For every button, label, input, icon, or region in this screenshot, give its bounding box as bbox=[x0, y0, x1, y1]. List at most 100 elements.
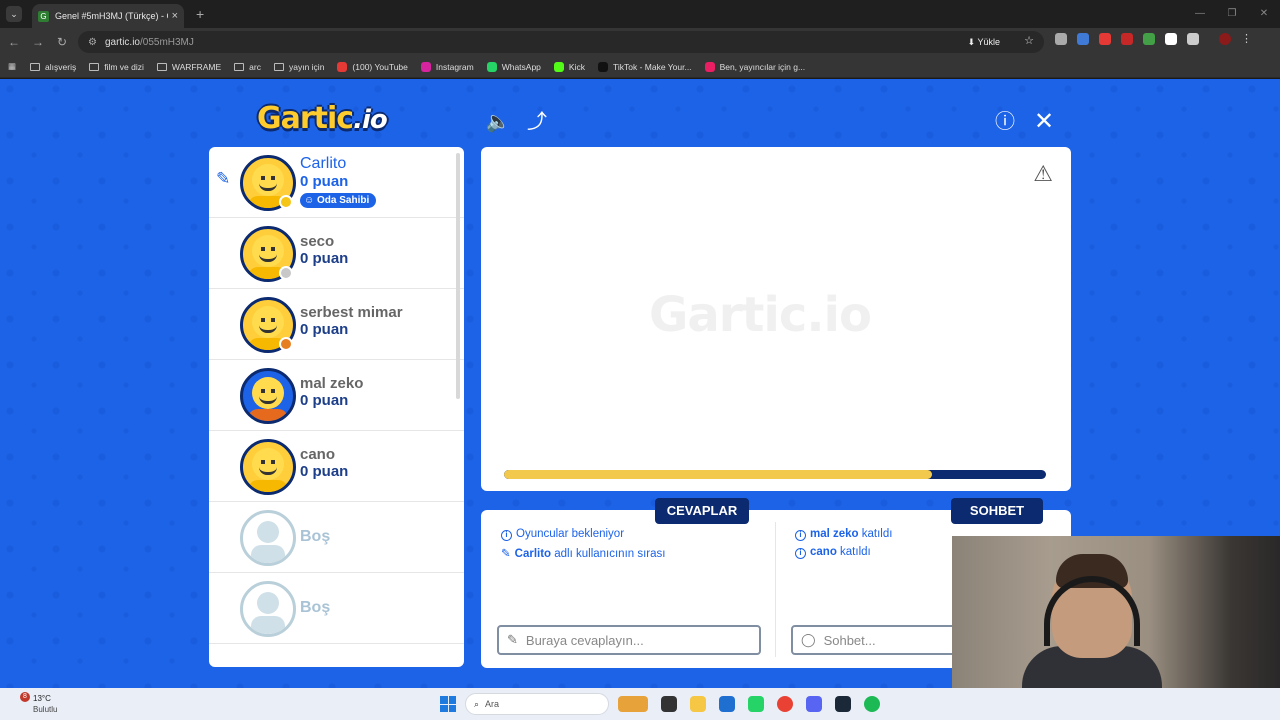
bookmark-whatsapp[interactable]: WhatsApp bbox=[486, 61, 541, 72]
extension-icon[interactable] bbox=[1143, 33, 1155, 45]
chat-input[interactable] bbox=[823, 632, 944, 648]
answer-message: ✎ Carlito adlı kullanıcının sırası bbox=[501, 548, 666, 560]
panel-divider bbox=[775, 522, 776, 657]
folder-icon bbox=[30, 62, 41, 71]
bookmark-star-icon[interactable]: ☆ bbox=[1024, 34, 1034, 47]
windows-start-icon[interactable] bbox=[440, 696, 456, 712]
player-name: seco bbox=[300, 233, 335, 250]
gartic-logo[interactable]: Gartic.io bbox=[257, 101, 388, 136]
players-scrollbar[interactable] bbox=[456, 153, 460, 399]
bookmark-folder[interactable]: yayın için bbox=[273, 61, 325, 72]
player-name: cano bbox=[300, 446, 336, 463]
bookmark-folder[interactable]: alışveriş bbox=[30, 62, 76, 72]
player-score: 0 puan bbox=[300, 463, 349, 480]
extensions-puzzle-icon[interactable] bbox=[1187, 33, 1199, 45]
bookmark-tiktok[interactable]: TikTok - Make Your... bbox=[597, 61, 692, 72]
omnibox[interactable]: ⚙ gartic.io/055mH3MJ ⬇ Yükle ☆ bbox=[78, 31, 1044, 53]
search-icon: ⌕ bbox=[474, 698, 480, 709]
sound-icon[interactable]: 🔈 bbox=[485, 109, 511, 135]
tab-search-chevron-icon[interactable]: ⌄ bbox=[6, 6, 22, 22]
report-warning-icon[interactable]: ⚠ bbox=[1033, 161, 1053, 187]
outlook-icon[interactable] bbox=[719, 696, 735, 712]
player-row[interactable]: mal zeko 0 puan bbox=[209, 360, 464, 431]
chat-input-box: ◯ bbox=[791, 625, 961, 655]
bookmark-instagram[interactable]: Instagram bbox=[420, 61, 474, 72]
whatsapp-app-icon[interactable] bbox=[748, 696, 764, 712]
close-tab-icon[interactable]: × bbox=[172, 10, 178, 22]
tab-title: Genel #5mH3MJ (Türkçe) - Gar bbox=[55, 11, 168, 21]
bookmark-label: alışveriş bbox=[45, 61, 77, 72]
answer-input-box: ✎ bbox=[497, 625, 761, 655]
discord-icon[interactable] bbox=[806, 696, 822, 712]
bookmark-label: WhatsApp bbox=[501, 61, 541, 72]
bookmark-folder[interactable]: film ve dizi bbox=[89, 62, 144, 72]
steam-icon[interactable] bbox=[835, 696, 851, 712]
empty-slot-label: Boş bbox=[300, 528, 331, 545]
share-icon[interactable]: ⤴ bbox=[524, 109, 550, 135]
bookmark-folder[interactable]: arc bbox=[234, 62, 261, 72]
avatar bbox=[240, 439, 296, 495]
info-icon[interactable]: ⓘ bbox=[992, 109, 1018, 135]
player-row[interactable]: Boş bbox=[209, 502, 464, 573]
close-window-icon[interactable]: ✕ bbox=[1248, 0, 1280, 28]
tab-answers[interactable]: CEVAPLAR bbox=[655, 498, 749, 524]
answer-input[interactable] bbox=[525, 632, 726, 648]
bookmark-youtube[interactable]: (100) YouTube bbox=[337, 61, 408, 72]
window-controls: — ❐ ✕ bbox=[1184, 0, 1280, 28]
chrome-icon[interactable] bbox=[777, 696, 793, 712]
player-status-dot bbox=[279, 337, 293, 351]
bookmark-bi[interactable]: Ben, yayıncılar için g... bbox=[704, 61, 806, 72]
bookmarks-bar: ▦ alışveriş film ve dizi WARFRAME arc yayın … bbox=[0, 56, 1280, 78]
browser-tab[interactable]: G Genel #5mH3MJ (Türkçe) - Gar × bbox=[32, 4, 184, 28]
bookmark-label: Kick bbox=[568, 61, 585, 72]
drawing-canvas[interactable]: ⚠ Gartic.io bbox=[481, 147, 1071, 491]
load-button[interactable]: ⬇ Yükle bbox=[960, 34, 1008, 50]
chat-message: i mal zeko katıldı bbox=[795, 528, 892, 541]
bookmark-label: WARFRAME bbox=[171, 61, 222, 72]
taskbar-search[interactable]: ⌕ Ara bbox=[465, 693, 609, 715]
spotify-icon[interactable] bbox=[864, 696, 880, 712]
bookmark-folder[interactable]: WARFRAME bbox=[156, 61, 222, 72]
extension-icon[interactable] bbox=[1099, 33, 1111, 45]
player-row[interactable]: Boş bbox=[209, 573, 464, 644]
player-name: Carlito bbox=[300, 155, 347, 172]
tab-chat[interactable]: SOHBET bbox=[951, 498, 1043, 524]
windows-taskbar: 8 13°C Bulutlu ⌕ Ara bbox=[0, 688, 1280, 720]
widget-icon[interactable] bbox=[618, 696, 648, 712]
info-icon: i bbox=[501, 530, 512, 541]
extension-icon[interactable] bbox=[1077, 33, 1089, 45]
task-view-icon[interactable] bbox=[661, 696, 677, 712]
forward-icon[interactable]: → bbox=[26, 35, 50, 49]
player-name: serbest mimar bbox=[300, 304, 403, 321]
address-bar: ← → ↻ ⚙ gartic.io/055mH3MJ ⬇ Yükle ☆ ⋮ bbox=[0, 28, 1280, 56]
extension-icon[interactable] bbox=[1165, 33, 1177, 45]
player-row[interactable]: ✎ Carlito 0 puan ☺ Oda Sahibi bbox=[209, 147, 464, 218]
empty-slot-label: Boş bbox=[300, 599, 331, 616]
file-explorer-icon[interactable] bbox=[690, 696, 706, 712]
player-row[interactable]: cano 0 puan bbox=[209, 431, 464, 502]
bookmark-label: Instagram bbox=[435, 61, 474, 72]
bookmark-label: arc bbox=[249, 61, 261, 72]
reload-icon[interactable]: ↻ bbox=[50, 35, 74, 49]
bookmark-kick[interactable]: Kick bbox=[553, 61, 585, 72]
extension-icon[interactable] bbox=[1121, 33, 1133, 45]
bookmark-label: Ben, yayıncılar için g... bbox=[719, 61, 806, 72]
apps-grid-icon[interactable]: ▦ bbox=[8, 61, 16, 72]
player-row[interactable]: seco 0 puan bbox=[209, 218, 464, 289]
info-icon: i bbox=[795, 548, 806, 559]
back-icon[interactable]: ← bbox=[2, 35, 26, 49]
profile-avatar-icon[interactable] bbox=[1219, 33, 1231, 45]
menu-dots-icon[interactable]: ⋮ bbox=[1241, 33, 1253, 45]
extension-icon[interactable] bbox=[1055, 33, 1067, 45]
maximize-icon[interactable]: ❐ bbox=[1216, 0, 1248, 28]
gartic-favicon-icon: G bbox=[38, 10, 49, 22]
close-icon[interactable]: ✕ bbox=[1031, 109, 1057, 135]
minimize-icon[interactable]: — bbox=[1184, 0, 1216, 28]
site-info-icon[interactable]: ⚙ bbox=[88, 37, 97, 48]
new-tab-icon[interactable]: + bbox=[196, 6, 204, 22]
weather-temp: 13°C bbox=[33, 694, 51, 703]
timer-bar bbox=[504, 470, 1046, 479]
bookmark-label: yayın için bbox=[288, 61, 325, 72]
player-row[interactable]: serbest mimar 0 puan bbox=[209, 289, 464, 360]
tiktok-icon bbox=[597, 61, 608, 72]
